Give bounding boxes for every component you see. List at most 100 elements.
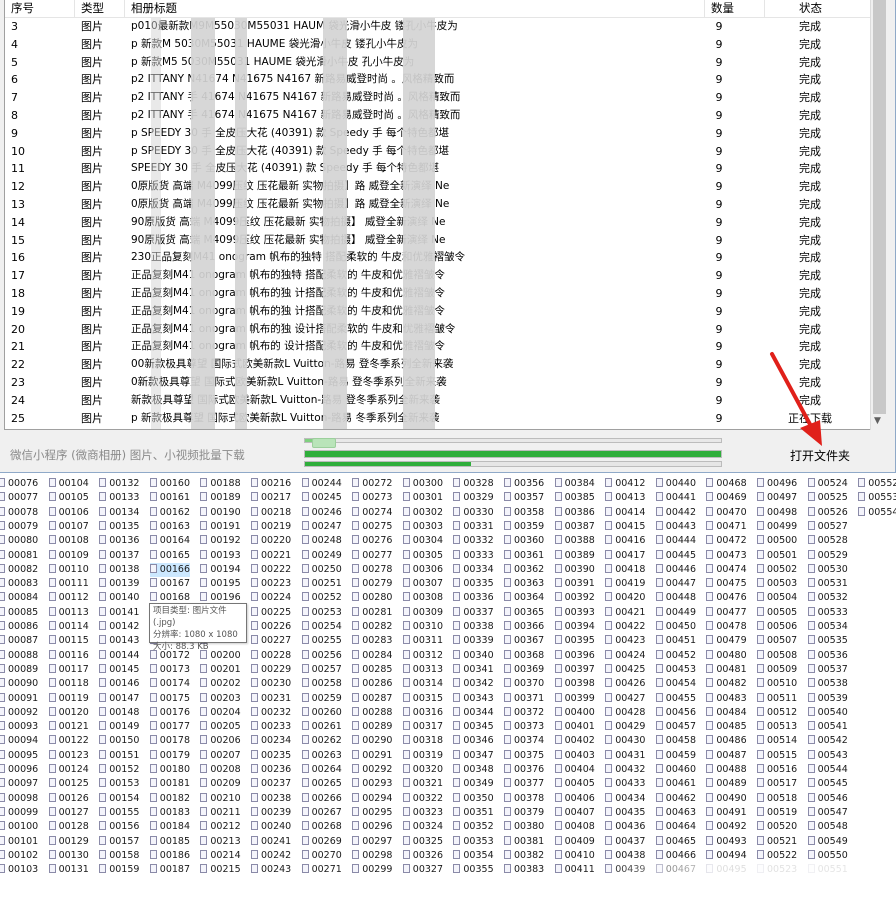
list-row[interactable]: 3 图片 p010最新款M9M55030M55031 HAUM 袋光滑小牛皮 镂孔小… [5,18,871,36]
file-item[interactable]: 00480 [706,649,747,663]
file-item[interactable]: 00234 [251,734,291,748]
file-item[interactable]: 00182 [149,792,190,806]
file-item[interactable]: 00520 [757,820,797,834]
file-item[interactable]: 00332 [453,534,494,548]
file-item[interactable]: 00164 [149,534,190,548]
file-item[interactable]: 00329 [453,491,494,505]
file-item[interactable]: 00225 [251,606,291,620]
file-item[interactable]: 00415 [605,520,645,534]
file-item[interactable]: 00158 [99,849,139,863]
file-item[interactable]: 00138 [99,563,139,577]
file-item[interactable]: 00486 [706,734,747,748]
file-item[interactable]: 00311 [402,634,443,648]
file-item[interactable]: 00094 [0,734,38,748]
file-item[interactable]: 00308 [402,591,443,605]
file-item[interactable]: 00178 [149,734,190,748]
list-row[interactable]: 10 图片 p SPEEDY 30 手 全皮压大花 (40391) 款 Speedy… [5,143,871,161]
file-item[interactable]: 00535 [807,634,848,648]
file-item[interactable]: 00528 [807,534,848,548]
file-item[interactable]: 00166 [149,562,191,578]
list-row[interactable]: 11 图片 SPEEDY 30 手 全皮压大花 (40391) 款 Speedy 手… [5,160,871,178]
file-item[interactable]: 00341 [453,663,494,677]
file-item[interactable]: 00326 [402,849,443,863]
file-item[interactable]: 00383 [504,863,544,877]
file-item[interactable]: 00239 [251,806,291,820]
list-row[interactable]: 17 图片 正品复刻M41 onogram 帆布的独特 搭配柔软的 牛皮和优雅褶皱令… [5,267,871,285]
file-item[interactable]: 00243 [251,863,291,877]
file-item[interactable]: 00534 [807,620,848,634]
file-item[interactable]: 00377 [504,777,544,791]
file-item[interactable]: 00101 [0,835,38,849]
file-item[interactable]: 00430 [605,734,645,748]
file-item[interactable]: 00222 [251,563,291,577]
file-item[interactable]: 00249 [301,549,342,563]
file-item[interactable]: 00539 [807,692,848,706]
file-item[interactable]: 00454 [655,677,696,691]
file-item[interactable]: 00320 [402,763,443,777]
list-row[interactable]: 7 图片 p2 ITTANY 手 41674 N41675 N4167 新路易威登时… [5,89,871,107]
file-item[interactable]: 00123 [48,749,89,763]
file-item[interactable]: 00405 [554,777,595,791]
file-item[interactable]: 00089 [0,663,38,677]
file-item[interactable]: 00294 [352,792,392,806]
file-item[interactable]: 00307 [402,577,443,591]
file-item[interactable]: 00372 [504,706,544,720]
file-item[interactable]: 00451 [655,634,696,648]
file-item[interactable]: 00148 [99,706,139,720]
file-item[interactable]: 00227 [251,634,291,648]
file-item[interactable]: 00325 [402,835,443,849]
list-row[interactable]: 5 图片 p 新款M5 5030M55031 HAUME 袋光滑小牛皮 孔小牛皮为 9… [5,54,871,72]
file-item[interactable]: 00391 [554,577,595,591]
file-item[interactable]: 00336 [453,591,494,605]
file-item[interactable]: 00408 [554,820,595,834]
file-item[interactable]: 00345 [453,720,494,734]
file-item[interactable]: 00545 [807,777,848,791]
file-item[interactable]: 00185 [149,835,190,849]
file-item[interactable]: 00354 [453,849,494,863]
file-item[interactable]: 00537 [807,663,848,677]
file-item[interactable]: 00309 [402,606,443,620]
file-item[interactable]: 00553 [858,491,896,505]
file-item[interactable]: 00462 [655,792,696,806]
file-item[interactable]: 00163 [149,520,190,534]
file-item[interactable]: 00137 [99,549,139,563]
file-item[interactable]: 00318 [402,734,443,748]
file-item[interactable]: 00085 [0,606,38,620]
file-item[interactable]: 00425 [605,663,645,677]
file-item[interactable]: 00409 [554,835,595,849]
file-item[interactable]: 00153 [99,777,139,791]
file-item[interactable]: 00236 [251,763,291,777]
file-item[interactable]: 00226 [251,620,291,634]
file-item[interactable]: 00161 [149,491,190,505]
file-item[interactable]: 00369 [504,663,544,677]
file-item[interactable]: 00219 [251,520,291,534]
file-item[interactable]: 00319 [402,749,443,763]
file-item[interactable]: 00266 [301,792,342,806]
file-item[interactable]: 00500 [757,534,797,548]
file-item[interactable]: 00378 [504,792,544,806]
file-item[interactable]: 00296 [352,820,392,834]
file-item[interactable]: 00448 [655,591,696,605]
file-item[interactable]: 00229 [251,663,291,677]
file-item[interactable]: 00288 [352,706,392,720]
file-item[interactable]: 00406 [554,792,595,806]
file-item[interactable]: 00392 [554,591,595,605]
header-num[interactable]: 序号 [5,0,75,18]
file-item[interactable]: 00400 [554,706,595,720]
file-item[interactable]: 00110 [48,563,89,577]
file-item[interactable]: 00335 [453,577,494,591]
file-item[interactable]: 00447 [655,577,696,591]
file-item[interactable]: 00248 [301,534,342,548]
file-item[interactable]: 00541 [807,720,848,734]
file-item[interactable]: 00525 [807,491,848,505]
file-item[interactable]: 00129 [48,835,89,849]
file-item[interactable]: 00279 [352,577,392,591]
file-item[interactable]: 00517 [757,777,797,791]
file-item[interactable]: 00445 [655,549,696,563]
file-item[interactable]: 00360 [504,534,544,548]
file-item[interactable]: 00108 [48,534,89,548]
file-item[interactable]: 00128 [48,820,89,834]
file-item[interactable]: 00099 [0,806,38,820]
file-item[interactable]: 00542 [807,734,848,748]
file-item[interactable]: 00282 [352,620,392,634]
